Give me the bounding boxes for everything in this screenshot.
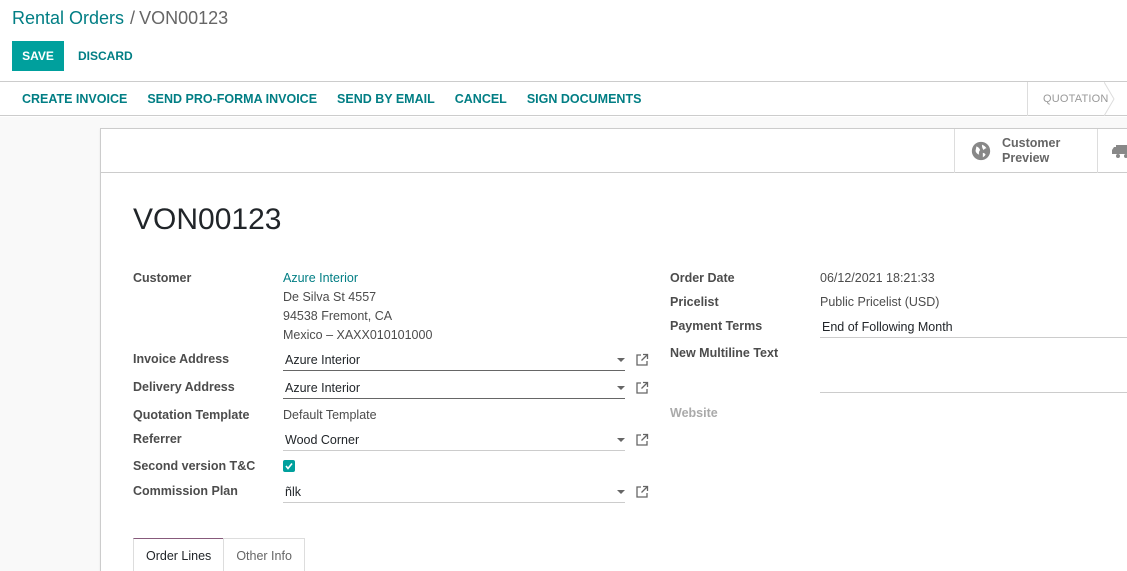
referrer-value: Wood Corner [285, 432, 360, 447]
breadcrumb-rental-orders[interactable]: Rental Orders [12, 8, 124, 28]
tab-order-lines[interactable]: Order Lines [133, 538, 225, 571]
multiline-text-label: New Multiline Text [670, 346, 779, 360]
checkmark-icon [285, 463, 293, 470]
invoice-address-select[interactable]: Azure Interior [283, 349, 625, 371]
notebook-tabs: Order Lines Other Info [133, 538, 305, 571]
sign-documents-button[interactable]: SIGN DOCUMENTS [517, 92, 652, 106]
stage-quotation[interactable]: QUOTATION [1027, 82, 1127, 116]
external-link-icon[interactable] [635, 485, 649, 499]
save-button[interactable]: SAVE [12, 41, 64, 71]
button-box: Customer Preview [101, 129, 1127, 173]
quotation-template-value[interactable]: Default Template [283, 408, 377, 422]
create-invoice-button[interactable]: CREATE INVOICE [12, 92, 137, 106]
customer-preview-label: Customer Preview [1002, 136, 1061, 165]
external-link-icon[interactable] [635, 381, 649, 395]
order-date-label: Order Date [670, 271, 735, 285]
referrer-label: Referrer [133, 432, 182, 446]
statusbar: CREATE INVOICE SEND PRO-FORMA INVOICE SE… [0, 82, 1127, 116]
chevron-down-icon [617, 358, 625, 362]
customer-address-line-3: Mexico – XAXX010101000 [283, 328, 433, 342]
payment-terms-label: Payment Terms [670, 319, 763, 333]
external-link-icon[interactable] [635, 353, 649, 367]
discard-button[interactable]: DISCARD [70, 41, 141, 71]
second-version-tc-label: Second version T&C [133, 459, 256, 473]
send-by-email-button[interactable]: SEND BY EMAIL [327, 92, 445, 106]
delivery-address-value: Azure Interior [285, 380, 361, 395]
pricelist-label: Pricelist [670, 295, 719, 309]
payment-terms-select[interactable]: End of Following Month [820, 316, 1127, 338]
commission-plan-select[interactable]: ñlk [283, 481, 625, 503]
control-panel: Rental Orders / VON00123 SAVE DISCARD [0, 0, 1127, 82]
customer-preview-button[interactable]: Customer Preview [954, 129, 1097, 173]
customer-address-line-1: De Silva St 4557 [283, 290, 377, 304]
truck-icon [1112, 145, 1127, 158]
commission-plan-label: Commission Plan [133, 484, 238, 498]
chevron-down-icon [617, 438, 625, 442]
order-date-value[interactable]: 06/12/2021 18:21:33 [820, 271, 935, 285]
website-label: Website [670, 406, 718, 420]
stage-label: QUOTATION [1043, 93, 1109, 105]
delivery-address-select[interactable]: Azure Interior [283, 377, 625, 399]
quotation-template-label: Quotation Template [133, 408, 250, 422]
pricelist-value[interactable]: Public Pricelist (USD) [820, 295, 939, 309]
stage-arrow-icon [1104, 82, 1115, 116]
cancel-button[interactable]: CANCEL [445, 92, 517, 106]
globe-icon [971, 141, 991, 161]
page-title: VON00123 [133, 203, 282, 236]
customer-address-line-2: 94538 Fremont, CA [283, 309, 393, 323]
breadcrumb-separator: / [130, 8, 136, 28]
external-link-icon[interactable] [635, 433, 649, 447]
delivery-address-label: Delivery Address [133, 380, 235, 394]
delivery-button[interactable] [1097, 129, 1127, 173]
invoice-address-label: Invoice Address [133, 352, 230, 366]
invoice-address-value: Azure Interior [285, 352, 361, 367]
multiline-text-field[interactable] [820, 371, 1127, 393]
customer-label: Customer [133, 271, 192, 285]
chevron-down-icon [617, 386, 625, 390]
customer-link[interactable]: Azure Interior [283, 271, 358, 285]
statusbar-buttons: CREATE INVOICE SEND PRO-FORMA INVOICE SE… [12, 82, 651, 116]
send-proforma-invoice-button[interactable]: SEND PRO-FORMA INVOICE [137, 92, 327, 106]
payment-terms-value: End of Following Month [822, 319, 953, 334]
second-version-tc-checkbox[interactable] [283, 460, 295, 472]
chevron-down-icon [617, 490, 625, 494]
referrer-select[interactable]: Wood Corner [283, 429, 625, 451]
breadcrumb: Rental Orders / VON00123 [12, 8, 228, 29]
tab-other-info[interactable]: Other Info [223, 538, 305, 571]
form-sheet: Customer Preview VON00123 Customer Azure… [100, 128, 1127, 571]
commission-plan-value: ñlk [285, 484, 301, 499]
breadcrumb-current: VON00123 [139, 8, 229, 28]
